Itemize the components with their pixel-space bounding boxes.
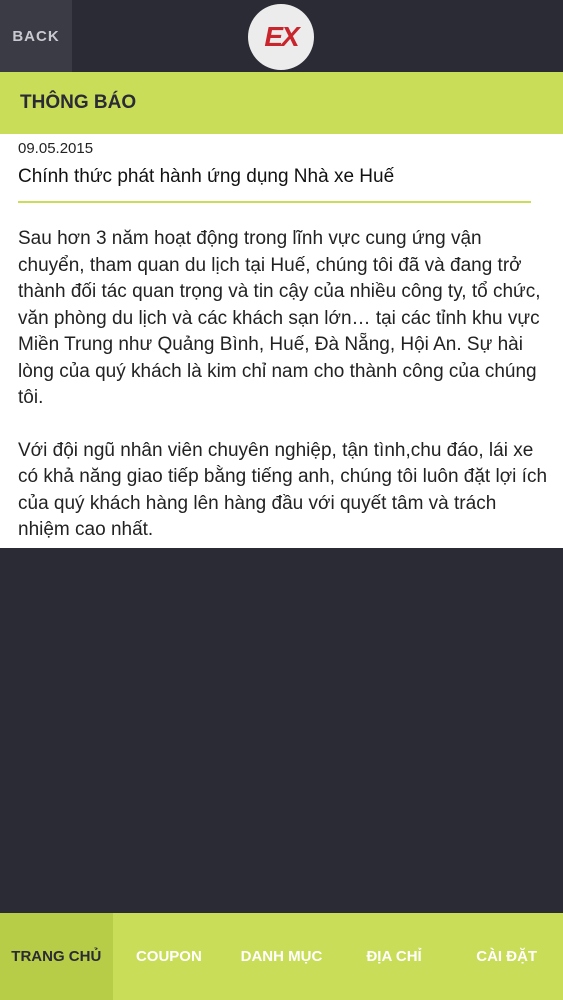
section-title: THÔNG BÁO xyxy=(20,92,137,113)
back-button[interactable]: BACK xyxy=(0,0,72,72)
top-bar: BACK EX xyxy=(0,0,563,72)
article-date: 09.05.2015 xyxy=(18,140,94,157)
bottom-tab-bar: TRANG CHỦ COUPON DANH MỤC ĐỊA CHỈ CÀI ĐẶ… xyxy=(0,913,563,1000)
app-logo: EX xyxy=(248,4,314,70)
tab-home[interactable]: TRANG CHỦ xyxy=(0,913,113,1000)
article-paragraph: Với đội ngũ nhân viên chuyên nghiệp, tận… xyxy=(18,439,548,541)
announcement-card: 09.05.2015 Chính thức phát hành ứng dụng… xyxy=(0,134,563,548)
tab-settings[interactable]: CÀI ĐẶT xyxy=(450,913,563,1000)
tab-coupon[interactable]: COUPON xyxy=(113,913,226,1000)
article-paragraph: Sau hơn 3 năm hoạt động trong lĩnh vực c… xyxy=(18,228,541,408)
tab-address[interactable]: ĐỊA CHỈ xyxy=(338,913,451,1000)
section-header: THÔNG BÁO xyxy=(0,72,563,134)
article-headline: Chính thức phát hành ứng dụng Nhà xe Huế xyxy=(18,166,395,187)
article-body: Sau hơn 3 năm hoạt động trong lĩnh vực c… xyxy=(18,226,550,570)
divider xyxy=(18,201,531,203)
tab-categories[interactable]: DANH MỤC xyxy=(225,913,338,1000)
